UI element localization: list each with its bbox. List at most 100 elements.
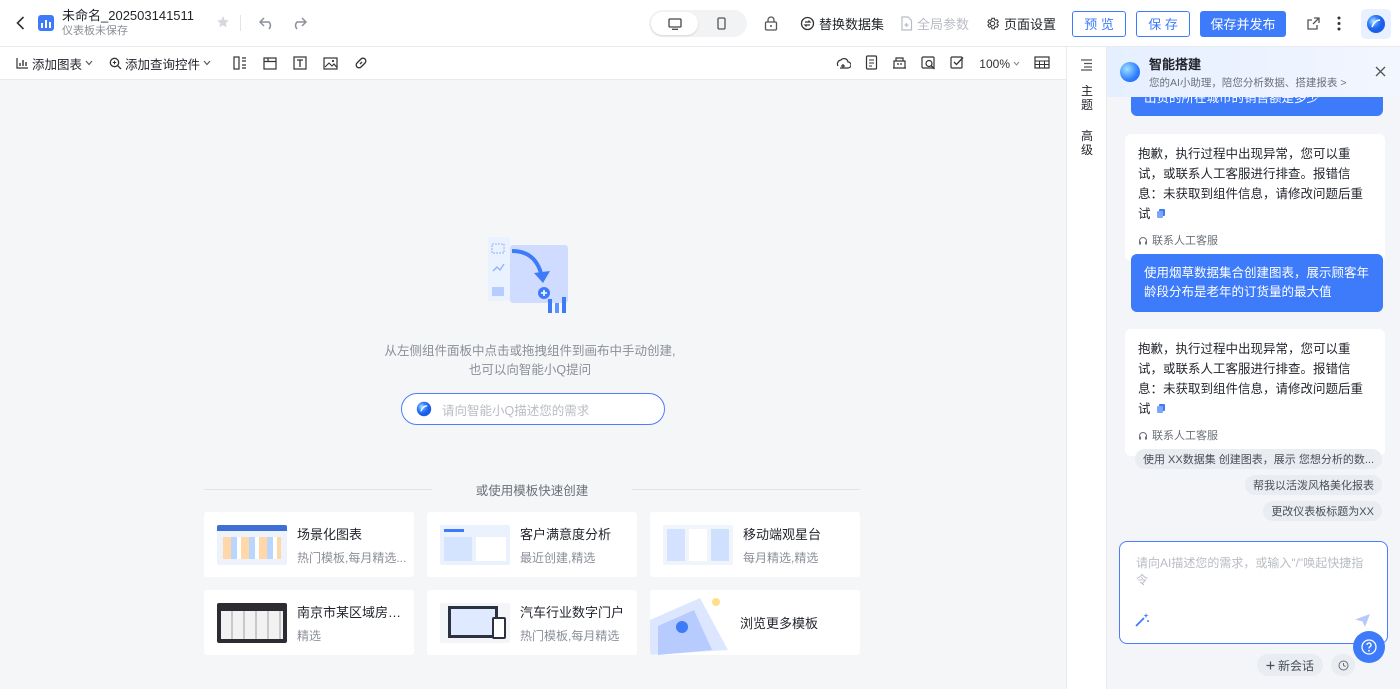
check-icon[interactable] xyxy=(950,55,965,72)
top-header: 未命名_202503141511 仪表板未保存 替换数据集 全局参数 页面设置 … xyxy=(0,0,1400,47)
zoom-control[interactable]: 100% xyxy=(979,57,1020,71)
empty-state-text: 从左侧组件面板中点击或拖拽组件到画布中手动创建, 也可以向智能小Q提问 xyxy=(330,342,730,380)
template-title: 南京市某区域房屋... xyxy=(297,604,409,620)
template-title: 客户满意度分析 xyxy=(520,526,612,542)
help-icon[interactable] xyxy=(1353,631,1385,663)
page-settings-button[interactable]: 页面设置 xyxy=(985,14,1056,33)
dashboard-app-icon xyxy=(38,15,54,31)
chevron-down-icon xyxy=(85,60,93,66)
mobile-view-icon[interactable] xyxy=(698,12,745,35)
dashboard-canvas[interactable]: 从左侧组件面板中点击或拖拽组件到画布中手动创建, 也可以向智能小Q提问 请向智能… xyxy=(0,80,1066,689)
text-icon[interactable] xyxy=(293,56,307,70)
template-title: 场景化图表 xyxy=(297,526,363,542)
undo-icon[interactable] xyxy=(259,16,275,30)
contact-support-link[interactable]: 联系人工客服 xyxy=(1138,426,1372,446)
template-card[interactable]: 南京市某区域房屋... 精选 xyxy=(204,590,414,655)
building-icon[interactable] xyxy=(892,55,907,72)
template-tags: 最近创建,精选 xyxy=(520,550,596,565)
ai-panel-subtitle[interactable]: 您的AI小助理，陪您分析数据、搭建报表 > xyxy=(1149,75,1346,90)
contact-support-label: 联系人工客服 xyxy=(1152,430,1218,442)
tab-theme[interactable]: 主题 xyxy=(1080,84,1094,112)
template-card[interactable]: 客户满意度分析 最近创建,精选 xyxy=(427,512,637,577)
ai-panel-header: 智能搭建 您的AI小助理，陪您分析数据、搭建报表 > xyxy=(1107,47,1400,97)
add-query-control-menu[interactable]: 添加查询控件 xyxy=(109,54,211,73)
divider xyxy=(240,15,242,31)
ai-panel-title: 智能搭建 xyxy=(1149,57,1202,72)
replace-dataset-button[interactable]: 替换数据集 xyxy=(800,14,884,33)
contact-support-link[interactable]: 联系人工客服 xyxy=(1138,231,1372,251)
favorite-star-icon[interactable] xyxy=(216,15,230,32)
magic-wand-icon[interactable] xyxy=(1134,612,1150,631)
chevron-down-icon xyxy=(203,60,211,66)
tab-advanced[interactable]: 高级 xyxy=(1080,129,1094,157)
browse-more-label: 浏览更多模板 xyxy=(740,616,819,631)
contact-support-label: 联系人工客服 xyxy=(1152,235,1218,247)
template-thumbnail xyxy=(663,524,733,565)
headset-icon xyxy=(1139,432,1147,440)
desktop-view-icon[interactable] xyxy=(651,12,698,35)
template-tags: 精选 xyxy=(297,628,322,643)
assistant-message: 抱歉，执行过程中出现异常，您可以重试，或联系人工客服进行排查。报错信息：未获取到… xyxy=(1125,329,1385,456)
ai-assistant-avatar[interactable] xyxy=(1361,8,1392,39)
save-publish-button[interactable]: 保存并发布 xyxy=(1200,10,1287,37)
outline-menu-icon[interactable] xyxy=(1080,59,1093,74)
add-chart-menu[interactable]: 添加图表 xyxy=(16,54,93,73)
grid-table-icon[interactable] xyxy=(1034,55,1050,72)
bar-chart-icon xyxy=(16,58,28,69)
user-message-text: 使用烟草数据集合创建图表，展示顾客年龄段分布是老年的订货量的最大值 xyxy=(1144,266,1370,299)
suggestion-chip[interactable]: 使用 XX数据集 创建图表，展示 您想分析的数... xyxy=(1134,449,1382,469)
copy-icon[interactable] xyxy=(1156,208,1166,219)
close-icon[interactable] xyxy=(1375,65,1386,80)
assistant-error-text: 抱歉，执行过程中出现异常，您可以重试，或联系人工客服进行排查。报错信息：未获取到… xyxy=(1138,147,1364,221)
redo-icon[interactable] xyxy=(291,16,308,30)
tab-container-icon[interactable] xyxy=(263,56,277,70)
browse-more-templates-card[interactable]: 浏览更多模板 xyxy=(650,590,860,655)
suggestion-chip[interactable]: 帮我以活泼风格美化报表 xyxy=(1245,475,1382,495)
gear-icon xyxy=(987,17,1000,30)
ask-ai-placeholder: 请向智能小Q描述您的需求 xyxy=(442,403,590,418)
assistant-error-text: 抱歉，执行过程中出现异常，您可以重试，或联系人工客服进行排查。报错信息：未获取到… xyxy=(1138,342,1364,416)
more-menu-icon[interactable] xyxy=(1337,16,1341,31)
headset-icon xyxy=(1139,237,1147,245)
template-tags: 热门模板,每月精选... xyxy=(297,550,407,565)
history-icon[interactable] xyxy=(1331,654,1356,676)
template-thumbnail xyxy=(217,602,287,643)
template-thumbnail xyxy=(217,524,287,565)
plus-icon xyxy=(1266,661,1275,669)
lock-icon[interactable] xyxy=(764,16,778,31)
ai-chat-input[interactable]: 请向AI描述您的需求，或输入"/"唤起快捷指令 xyxy=(1119,541,1388,644)
ask-ai-input[interactable]: 请向智能小Q描述您的需求 xyxy=(401,393,665,425)
replace-dataset-label: 替换数据集 xyxy=(819,17,885,32)
suggestion-chip[interactable]: 更改仪表板标题为XX xyxy=(1263,501,1382,521)
template-card[interactable]: 汽车行业数字门户 热门模板,每月精选 xyxy=(427,590,637,655)
preview-button[interactable]: 预 览 xyxy=(1072,10,1127,37)
page-settings-label: 页面设置 xyxy=(1004,17,1057,32)
save-button[interactable]: 保 存 xyxy=(1136,10,1191,37)
back-arrow-icon[interactable] xyxy=(16,16,30,30)
template-tags: 热门模板,每月精选 xyxy=(520,628,620,643)
copy-icon[interactable] xyxy=(1156,403,1166,414)
theme-style-icon[interactable] xyxy=(921,55,936,73)
ai-chart-icon[interactable] xyxy=(836,55,852,73)
link-icon[interactable] xyxy=(354,56,368,70)
layout-icon[interactable] xyxy=(233,56,247,70)
image-icon[interactable] xyxy=(323,56,338,70)
report-icon[interactable] xyxy=(865,54,878,73)
share-icon[interactable] xyxy=(1306,16,1321,31)
template-divider: 或使用模板快速创建 xyxy=(204,480,861,498)
template-card[interactable]: 移动端观星台 每月精选,精选 xyxy=(650,512,860,577)
global-params-label: 全局参数 xyxy=(917,17,970,32)
template-card[interactable]: 场景化图表 热门模板,每月精选... xyxy=(204,512,414,577)
header-actions: 替换数据集 全局参数 页面设置 预 览 保 存 保存并发布 xyxy=(764,0,1392,47)
template-thumbnail xyxy=(440,602,510,643)
title-block: 未命名_202503141511 仪表板未保存 xyxy=(62,8,194,38)
dashboard-title[interactable]: 未命名_202503141511 xyxy=(62,8,194,24)
send-icon[interactable] xyxy=(1354,613,1371,631)
editor-toolbar: 添加图表 添加查询控件 100% xyxy=(0,47,1066,80)
new-chat-button[interactable]: 新会话 xyxy=(1257,654,1324,676)
ai-footer: 新会话 xyxy=(1257,654,1356,676)
ai-assistant-panel: 智能搭建 您的AI小助理，陪您分析数据、搭建报表 > 出货的所在城市的销售额是多… xyxy=(1107,47,1400,689)
global-params-button[interactable]: 全局参数 xyxy=(900,14,969,33)
assistant-message: 抱歉，执行过程中出现异常，您可以重试，或联系人工客服进行排查。报错信息：未获取到… xyxy=(1125,134,1385,261)
template-divider-label: 或使用模板快速创建 xyxy=(475,483,589,498)
